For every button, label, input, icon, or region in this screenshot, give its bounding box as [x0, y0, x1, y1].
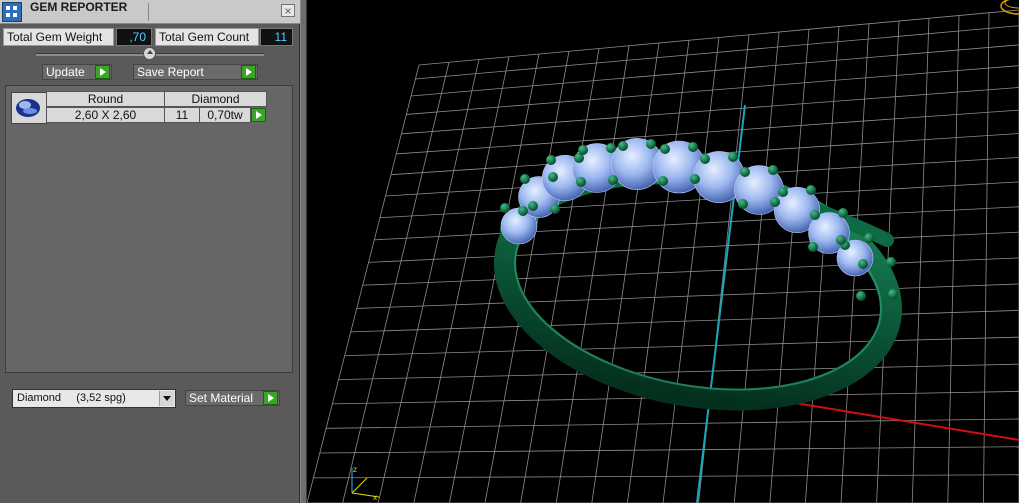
prong-bead: [608, 175, 618, 185]
total-gem-weight-value: ,70: [116, 28, 152, 46]
prong-bead: [578, 145, 588, 155]
play-arrow-icon: [241, 65, 256, 79]
prong-bead: [688, 142, 698, 152]
prong-bead: [836, 235, 846, 245]
prong-bead: [548, 172, 558, 182]
axis-triad-icon: z x: [351, 465, 380, 502]
ring-model: [494, 138, 902, 411]
prong-bead: [658, 176, 668, 186]
panel-splitter[interactable]: [300, 0, 307, 503]
prong-bead: [576, 177, 586, 187]
prong-bead: [810, 210, 820, 220]
prong-bead: [806, 185, 816, 195]
gem-reporter-app-icon: [2, 2, 22, 22]
play-arrow-icon: [263, 391, 278, 405]
panel-title: GEM REPORTER: [30, 0, 128, 14]
update-button-label: Update: [46, 65, 85, 79]
material-select-value: Diamond (3,52 spg): [17, 392, 126, 404]
prong-bead: [886, 257, 896, 267]
prong-bead: [728, 152, 738, 162]
prong-bead: [856, 291, 866, 301]
svg-text:x: x: [373, 493, 377, 502]
prong-bead: [660, 144, 670, 154]
gem-row-play-icon[interactable]: [251, 108, 266, 122]
construction-grid: [307, 9, 1019, 503]
round-diamond-icon: [11, 92, 47, 124]
prong-bead: [520, 174, 530, 184]
prong-bead: [690, 174, 700, 184]
prong-bead: [864, 233, 874, 243]
gem-list: Round Diamond 2,60 X 2,60 11 0,70tw: [5, 85, 293, 373]
prong-bead: [740, 167, 750, 177]
prong-bead: [838, 208, 848, 218]
prong-bead: [858, 259, 868, 269]
svg-text:z: z: [353, 465, 357, 474]
prong-bead: [778, 187, 788, 197]
prong-bead: [606, 143, 616, 153]
prong-bead: [518, 206, 528, 216]
3d-viewport[interactable]: z x: [307, 0, 1019, 503]
prong-bead: [700, 154, 710, 164]
gem-material-header: Diamond: [164, 91, 267, 107]
prong-bead: [646, 139, 656, 149]
prong-bead: [770, 197, 780, 207]
prong-bead: [738, 199, 748, 209]
prong-bead: [546, 155, 556, 165]
orbit-gizmo-icon[interactable]: [1000, 0, 1019, 15]
prong-bead: [500, 203, 510, 213]
total-gem-count-value: 11: [260, 28, 293, 46]
gem-size-cell: 2,60 X 2,60: [46, 107, 165, 123]
set-material-button-label: Set Material: [189, 391, 254, 405]
gem-weight-cell: 0,70tw: [199, 107, 251, 123]
gem-shape-header: Round: [46, 91, 165, 107]
total-gem-count-label: Total Gem Count: [155, 28, 259, 46]
prong-bead: [768, 165, 778, 175]
titlebar-separator: [148, 3, 149, 21]
prong-bead: [808, 242, 818, 252]
save-report-button[interactable]: Save Report: [133, 64, 258, 80]
prong-bead: [888, 289, 898, 299]
play-arrow-icon: [95, 65, 110, 79]
total-gem-weight-label: Total Gem Weight: [3, 28, 114, 46]
material-select[interactable]: Diamond (3,52 spg): [12, 389, 176, 408]
save-report-button-label: Save Report: [137, 65, 204, 79]
viewport-canvas: z x: [307, 0, 1019, 503]
set-material-button[interactable]: Set Material: [185, 390, 280, 406]
update-button[interactable]: Update: [42, 64, 112, 80]
zoom-slider-knob[interactable]: [143, 47, 156, 60]
chevron-down-icon[interactable]: [159, 391, 174, 406]
gem-count-cell: 11: [164, 107, 200, 123]
prong-bead: [550, 204, 560, 214]
prong-bead: [618, 141, 628, 151]
gem-reporter-panel: GEM REPORTER × Total Gem Weight ,70 Tota…: [0, 0, 300, 503]
close-button[interactable]: ×: [281, 4, 295, 17]
panel-titlebar: GEM REPORTER ×: [0, 0, 300, 24]
prong-bead: [528, 201, 538, 211]
